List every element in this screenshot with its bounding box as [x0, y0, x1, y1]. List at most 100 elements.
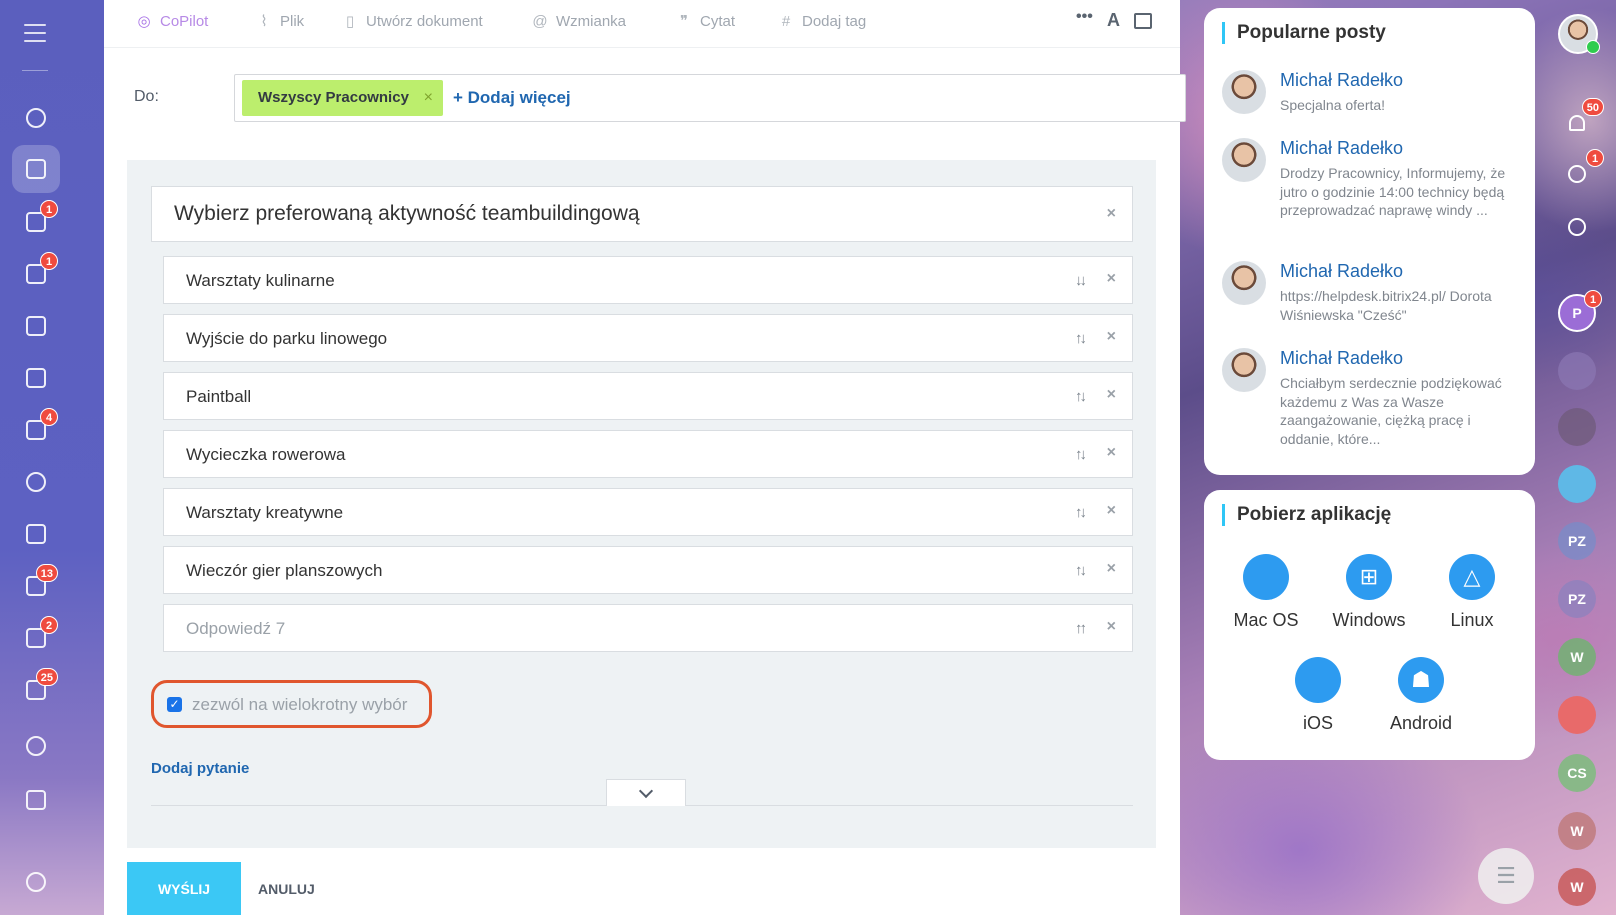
toolbar-mention-button[interactable]: @ Wzmianka — [532, 13, 626, 30]
panel-toggle-icon[interactable] — [1134, 13, 1152, 29]
remove-answer-icon[interactable]: × — [1107, 270, 1116, 288]
chevron-down-icon — [638, 783, 654, 799]
poll-answer-field[interactable]: Warsztaty kulinarne ↓↓ × — [163, 256, 1133, 304]
text-format-icon[interactable]: A — [1107, 10, 1120, 31]
group-chat-avatar[interactable] — [1558, 352, 1596, 390]
sidebar-item-chat[interactable]: 1 — [12, 198, 60, 246]
add-question-link[interactable]: Dodaj pytanie — [151, 760, 249, 777]
popular-post-item[interactable]: Michał Radełko Specjalna oferta! — [1222, 70, 1522, 120]
toolbar-file-button[interactable]: ⌇ Plik — [256, 13, 304, 30]
popular-post-item[interactable]: Michał Radełko https://helpdesk.bitrix24… — [1222, 261, 1522, 323]
sidebar-item-settings[interactable] — [12, 858, 60, 906]
remove-answer-icon[interactable]: × — [1107, 328, 1116, 346]
contact-avatar-w[interactable]: W — [1558, 638, 1596, 676]
video-call-icon[interactable] — [1558, 696, 1596, 734]
sidebar-item-calendar[interactable]: 1 — [12, 250, 60, 298]
user-avatar[interactable] — [1558, 14, 1600, 54]
remove-answer-icon[interactable]: × — [1107, 560, 1116, 578]
toolbar-quote-button[interactable]: ❞ Cytat — [676, 13, 735, 30]
sidebar-item-tasks[interactable]: 13 — [12, 562, 60, 610]
sort-arrows-icon[interactable]: ↑↓ — [1075, 388, 1087, 405]
automation-badge: 25 — [35, 668, 58, 686]
recipient-chip[interactable]: Wszyscy Pracownicy × — [242, 80, 443, 116]
multiple-choice-label: zezwól na wielokrotny wybór — [192, 695, 408, 714]
more-options-icon[interactable]: ••• — [1076, 8, 1093, 26]
collapse-toggle-button[interactable] — [606, 779, 686, 806]
post-author[interactable]: Michał Radełko — [1280, 70, 1403, 91]
poll-answer-field[interactable]: Paintball ↑↓ × — [163, 372, 1133, 420]
remove-answer-icon[interactable]: × — [1107, 502, 1116, 520]
sidebar-item-mail[interactable]: 4 — [12, 406, 60, 454]
copilot-widget-icon[interactable]: 1 — [1558, 149, 1604, 193]
mail-badge: 4 — [40, 408, 58, 426]
sort-arrows-icon[interactable]: ↓↓ — [1075, 272, 1087, 289]
send-button[interactable]: WYŚLIJ — [127, 862, 241, 915]
sidebar-item-feed[interactable] — [12, 145, 60, 193]
remove-recipient-icon[interactable]: × — [424, 80, 433, 116]
recipients-label: Do: — [134, 88, 159, 105]
app-ios[interactable]: iOS — [1270, 657, 1366, 734]
drive-icon — [26, 368, 46, 388]
toolbar-add-tag-button[interactable]: # Dodaj tag — [778, 13, 866, 30]
post-author[interactable]: Michał Radełko — [1280, 138, 1403, 159]
app-linux[interactable]: △ Linux — [1424, 554, 1520, 631]
post-author[interactable]: Michał Radełko — [1280, 348, 1403, 369]
sidebar-item-shop[interactable] — [12, 776, 60, 824]
poll-answer-field[interactable]: Wyjście do parku linowego ↑↓ × — [163, 314, 1133, 362]
at-icon: @ — [532, 12, 548, 30]
remove-answer-icon[interactable]: × — [1107, 618, 1116, 636]
chat-bubble-icon[interactable] — [1558, 465, 1596, 503]
poll-answer-field[interactable]: Wieczór gier planszowych ↑↓ × — [163, 546, 1133, 594]
chat-badge: 1 — [40, 200, 58, 218]
notifications-bell-icon[interactable]: 50 — [1558, 98, 1604, 142]
contact-avatar-w[interactable]: W — [1558, 868, 1596, 906]
contact-photo-avatar[interactable] — [1558, 408, 1596, 446]
poll-question-field[interactable]: Wybierz preferowaną aktywność teambuildi… — [151, 186, 1133, 242]
contact-avatar-cs[interactable]: CS — [1558, 754, 1596, 792]
sidebar-item-drive[interactable] — [12, 354, 60, 402]
recipients-field[interactable]: Wszyscy Pracownicy × + Dodaj więcej — [234, 74, 1186, 122]
sort-arrows-icon[interactable]: ↑↓ — [1075, 330, 1087, 347]
contact-avatar-p[interactable]: P 1 — [1558, 290, 1602, 332]
remove-answer-icon[interactable]: × — [1107, 444, 1116, 462]
calendar-badge: 1 — [40, 252, 58, 270]
sort-arrows-icon[interactable]: ↑↓ — [1075, 504, 1087, 521]
toolbar-create-document-button[interactable]: ▯ Utwórz dokument — [342, 13, 483, 30]
post-author[interactable]: Michał Radełko — [1280, 261, 1403, 282]
hamburger-menu-icon[interactable] — [24, 24, 46, 42]
contact-avatar-pz[interactable]: PZ — [1558, 580, 1596, 618]
contact-avatar-w[interactable]: W — [1558, 812, 1596, 850]
poll-answer-placeholder-field[interactable]: Odpowiedź 7 ↑↑ × — [163, 604, 1133, 652]
sort-arrows-icon[interactable]: ↑↓ — [1075, 446, 1087, 463]
add-more-recipients-link[interactable]: + Dodaj więcej — [453, 88, 571, 108]
sidebar-divider — [22, 70, 48, 71]
toolbar-copilot-button[interactable]: ◎ CoPilot — [136, 13, 208, 30]
collaboration-icon — [26, 108, 46, 128]
sidebar-item-goals[interactable] — [12, 722, 60, 770]
multiple-choice-checkbox[interactable]: ✓ — [167, 697, 182, 712]
widget-menu-button[interactable]: ☰ — [1478, 848, 1534, 904]
popular-post-item[interactable]: Michał Radełko Drodzy Pracownicy, Inform… — [1222, 138, 1522, 238]
sidebar-item-workgroups[interactable] — [12, 510, 60, 558]
sidebar-item-automation[interactable]: 25 — [12, 666, 60, 714]
sort-arrows-icon[interactable]: ↑↓ — [1075, 562, 1087, 579]
cancel-button[interactable]: ANULUJ — [258, 881, 315, 897]
search-chat-icon[interactable] — [1558, 208, 1596, 246]
app-macos[interactable]: Mac OS — [1218, 554, 1314, 631]
app-android[interactable]: ☗ Android — [1373, 657, 1469, 734]
windows-icon: ⊞ — [1346, 554, 1392, 600]
multiple-choice-option: ✓ zezwól na wielokrotny wybór — [151, 680, 432, 728]
poll-answer-field[interactable]: Wycieczka rowerowa ↑↓ × — [163, 430, 1133, 478]
sidebar-item-collaboration[interactable] — [12, 94, 60, 142]
sidebar-item-employees[interactable] — [12, 458, 60, 506]
list-icon: ☰ — [1496, 863, 1516, 888]
sort-arrows-icon[interactable]: ↑↑ — [1075, 620, 1087, 637]
app-windows[interactable]: ⊞ Windows — [1321, 554, 1417, 631]
sidebar-item-crm[interactable]: 2 — [12, 614, 60, 662]
sidebar-item-documents[interactable] — [12, 302, 60, 350]
poll-answer-field[interactable]: Warsztaty kreatywne ↑↓ × — [163, 488, 1133, 536]
contact-avatar-pz[interactable]: PZ — [1558, 522, 1596, 560]
remove-question-icon[interactable]: × — [1107, 205, 1116, 223]
remove-answer-icon[interactable]: × — [1107, 386, 1116, 404]
popular-post-item[interactable]: Michał Radełko Chciałbym serdecznie podz… — [1222, 348, 1522, 448]
